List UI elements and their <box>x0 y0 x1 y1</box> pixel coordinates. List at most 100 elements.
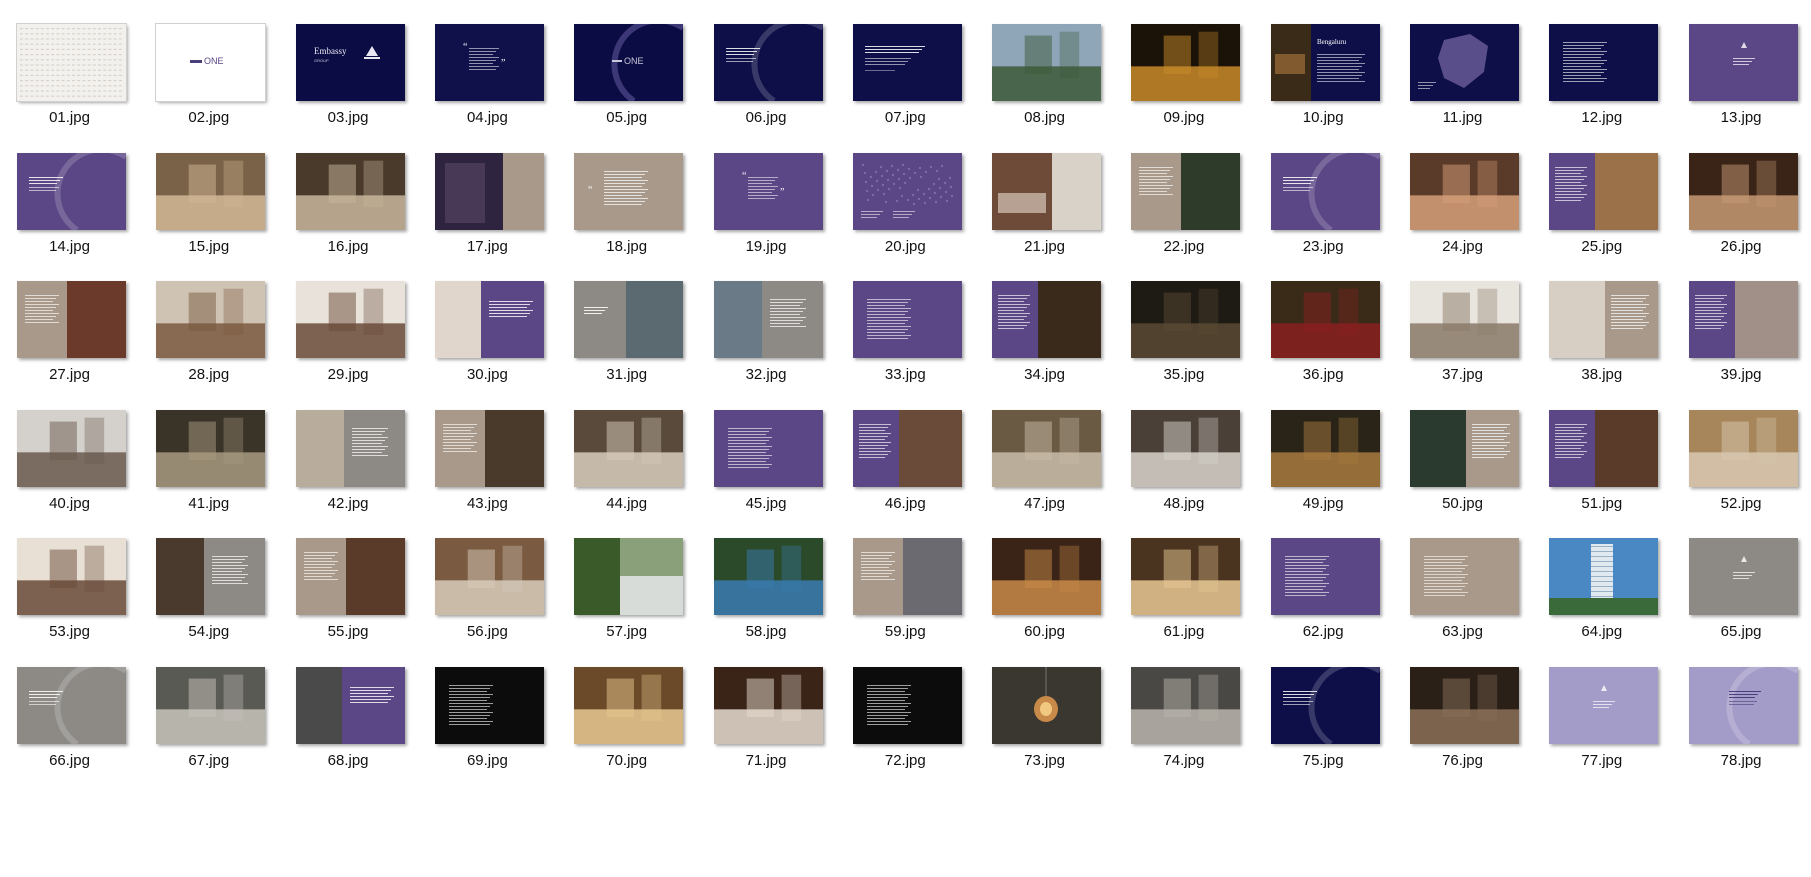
file-item[interactable]: 62.jpg <box>1254 511 1393 646</box>
file-item[interactable]: 66.jpg <box>0 640 139 775</box>
file-name-label[interactable]: 43.jpg <box>418 495 557 512</box>
file-thumbnail[interactable] <box>1549 538 1659 615</box>
file-item[interactable]: 37.jpg <box>1393 254 1532 389</box>
file-name-label[interactable]: 51.jpg <box>1532 495 1671 512</box>
file-item[interactable]: 11.jpg <box>1393 0 1532 132</box>
file-name-label[interactable]: 36.jpg <box>1254 366 1393 383</box>
file-item[interactable]: 47.jpg <box>975 383 1114 518</box>
file-name-label[interactable]: 70.jpg <box>557 752 696 769</box>
file-name-label[interactable]: 04.jpg <box>418 109 557 126</box>
file-item[interactable]: 16.jpg <box>279 126 418 261</box>
file-name-label[interactable]: 42.jpg <box>279 495 418 512</box>
file-name-label[interactable]: 02.jpg <box>139 109 278 126</box>
file-item[interactable]: 75.jpg <box>1254 640 1393 775</box>
file-item[interactable]: 39.jpg <box>1672 254 1811 389</box>
file-item[interactable]: 36.jpg <box>1254 254 1393 389</box>
file-name-label[interactable]: 52.jpg <box>1672 495 1811 512</box>
file-item[interactable]: 25.jpg <box>1532 126 1671 261</box>
file-thumbnail[interactable] <box>1549 409 1659 487</box>
file-thumbnail[interactable] <box>1270 281 1380 358</box>
file-name-label[interactable]: 40.jpg <box>0 495 139 512</box>
file-thumbnail[interactable] <box>434 409 544 487</box>
file-name-label[interactable]: 75.jpg <box>1254 752 1393 769</box>
file-name-label[interactable]: 57.jpg <box>557 623 696 640</box>
file-name-label[interactable]: 30.jpg <box>418 366 557 383</box>
file-item[interactable]: 13.jpg <box>1672 0 1811 132</box>
file-thumbnail[interactable] <box>1270 666 1380 744</box>
file-item[interactable]: ONE 05.jpg <box>557 0 696 132</box>
file-thumbnail[interactable] <box>1688 666 1798 744</box>
file-item[interactable]: “” 19.jpg <box>697 126 836 261</box>
file-name-label[interactable]: 78.jpg <box>1672 752 1811 769</box>
file-name-label[interactable]: 62.jpg <box>1254 623 1393 640</box>
file-thumbnail[interactable] <box>1410 538 1519 615</box>
file-item[interactable]: “ 18.jpg <box>557 126 696 261</box>
file-thumbnail[interactable] <box>1270 152 1380 230</box>
file-item[interactable]: 49.jpg <box>1254 383 1393 518</box>
file-name-label[interactable]: 66.jpg <box>0 752 139 769</box>
file-thumbnail[interactable] <box>1410 281 1519 358</box>
file-thumbnail[interactable] <box>713 666 823 744</box>
file-thumbnail[interactable] <box>156 666 266 744</box>
file-name-label[interactable]: 47.jpg <box>975 495 1114 512</box>
file-name-label[interactable]: 49.jpg <box>1254 495 1393 512</box>
file-name-label[interactable]: 63.jpg <box>1393 623 1532 640</box>
file-name-label[interactable]: 15.jpg <box>139 238 278 255</box>
file-item[interactable]: 71.jpg <box>697 640 836 775</box>
file-thumbnail[interactable] <box>1549 666 1659 744</box>
file-name-label[interactable]: 68.jpg <box>279 752 418 769</box>
file-thumbnail[interactable] <box>574 538 684 615</box>
file-item[interactable]: 24.jpg <box>1393 126 1532 261</box>
file-name-label[interactable]: 08.jpg <box>975 109 1114 126</box>
file-name-label[interactable]: 50.jpg <box>1393 495 1532 512</box>
file-thumbnail[interactable] <box>434 152 544 230</box>
file-item[interactable]: 78.jpg <box>1672 640 1811 775</box>
file-item[interactable]: 07.jpg <box>836 0 975 132</box>
file-item[interactable]: 64.jpg <box>1532 511 1671 646</box>
file-item[interactable]: 72.jpg <box>836 640 975 775</box>
file-thumbnail[interactable] <box>852 538 962 615</box>
file-name-label[interactable]: 16.jpg <box>279 238 418 255</box>
file-thumbnail[interactable] <box>1688 409 1798 487</box>
file-name-label[interactable]: 24.jpg <box>1393 238 1532 255</box>
file-item[interactable]: 26.jpg <box>1672 126 1811 261</box>
file-thumbnail[interactable] <box>1688 538 1798 615</box>
file-item[interactable]: 06.jpg <box>697 0 836 132</box>
file-name-label[interactable]: 74.jpg <box>1114 752 1253 769</box>
file-item[interactable]: 55.jpg <box>279 511 418 646</box>
file-thumbnail[interactable] <box>17 152 126 230</box>
file-name-label[interactable]: 19.jpg <box>697 238 836 255</box>
file-item[interactable]: 38.jpg <box>1532 254 1671 389</box>
file-name-label[interactable]: 77.jpg <box>1532 752 1671 769</box>
file-name-label[interactable]: 10.jpg <box>1254 109 1393 126</box>
file-item[interactable]: 15.jpg <box>139 126 278 261</box>
file-thumbnail[interactable] <box>156 538 266 615</box>
file-item[interactable]: 01.jpg <box>0 0 139 132</box>
file-item[interactable]: 51.jpg <box>1532 383 1671 518</box>
file-thumbnail[interactable] <box>1131 152 1241 230</box>
file-thumbnail[interactable] <box>156 281 266 358</box>
file-name-label[interactable]: 32.jpg <box>697 366 836 383</box>
file-name-label[interactable]: 23.jpg <box>1254 238 1393 255</box>
file-item[interactable]: 32.jpg <box>697 254 836 389</box>
file-thumbnail[interactable] <box>434 538 544 615</box>
file-item[interactable]: 31.jpg <box>557 254 696 389</box>
file-thumbnail[interactable] <box>574 409 684 487</box>
file-item[interactable]: 35.jpg <box>1114 254 1253 389</box>
file-item[interactable]: 43.jpg <box>418 383 557 518</box>
file-name-label[interactable]: 69.jpg <box>418 752 557 769</box>
file-name-label[interactable]: 25.jpg <box>1532 238 1671 255</box>
file-name-label[interactable]: 26.jpg <box>1672 238 1811 255</box>
file-thumbnail[interactable] <box>1549 152 1659 230</box>
file-item[interactable]: 22.jpg <box>1114 126 1253 261</box>
file-item[interactable]: 40.jpg <box>0 383 139 518</box>
file-name-label[interactable]: 64.jpg <box>1532 623 1671 640</box>
file-thumbnail[interactable]: ONE <box>574 24 684 101</box>
file-name-label[interactable]: 58.jpg <box>697 623 836 640</box>
file-item[interactable]: ONE 02.jpg <box>139 0 278 132</box>
file-name-label[interactable]: 11.jpg <box>1393 109 1532 126</box>
file-thumbnail[interactable] <box>1688 281 1798 358</box>
file-item[interactable]: 70.jpg <box>557 640 696 775</box>
file-thumbnail[interactable] <box>574 281 684 358</box>
file-item[interactable]: 54.jpg <box>139 511 278 646</box>
